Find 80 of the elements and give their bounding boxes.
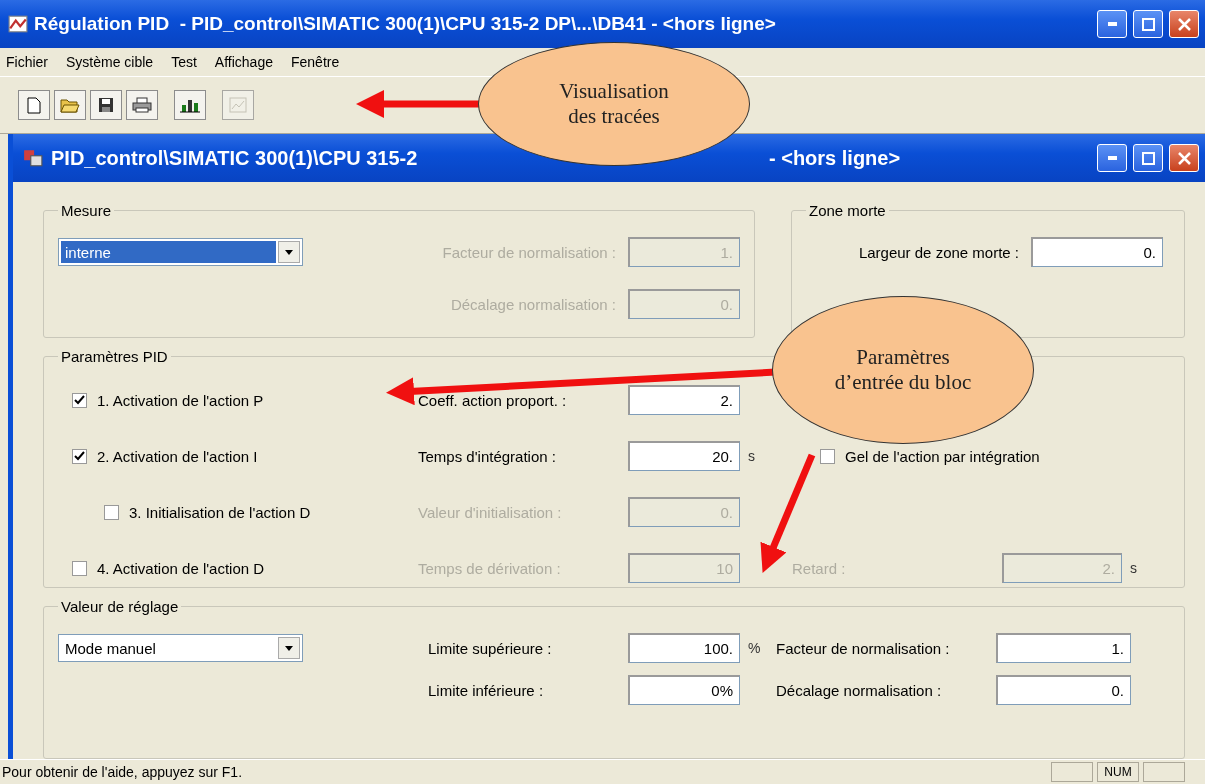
input-field[interactable]: 2. bbox=[628, 385, 740, 415]
dropdown-button[interactable] bbox=[278, 241, 300, 263]
maximize-icon bbox=[1141, 17, 1155, 31]
checkbox-label[interactable]: 4. Activation de l'action D bbox=[97, 559, 265, 577]
field-label: Décalage normalisation : bbox=[776, 681, 942, 699]
input-field[interactable]: 0% bbox=[628, 675, 740, 705]
status-text: Pour obtenir de l'aide, appuyez sur F1. bbox=[2, 764, 244, 780]
dropdown[interactable]: interne bbox=[58, 238, 303, 266]
menu-item[interactable]: Test bbox=[171, 54, 197, 70]
close-button[interactable] bbox=[1169, 10, 1199, 38]
field-label: Facteur de normalisation : bbox=[442, 243, 616, 261]
window-icon bbox=[23, 149, 43, 167]
input-field[interactable]: 100. bbox=[628, 633, 740, 663]
close-icon bbox=[1177, 17, 1191, 31]
field-label: Décalage normalisation : bbox=[450, 295, 616, 313]
field-label: Coeff. action proport. : bbox=[418, 391, 567, 409]
minimize-icon bbox=[1107, 22, 1117, 26]
checkbox[interactable] bbox=[72, 392, 87, 408]
field-label: Valeur d'initialisation : bbox=[418, 503, 562, 521]
minimize-button[interactable] bbox=[1097, 144, 1127, 172]
field-label: Limite inférieure : bbox=[428, 681, 544, 699]
unit-label: s bbox=[1129, 560, 1137, 576]
close-icon bbox=[1177, 151, 1191, 165]
input-field[interactable]: 0. bbox=[996, 675, 1131, 705]
group-title: Paramètres PID bbox=[60, 348, 169, 365]
dropdown-button[interactable] bbox=[278, 637, 300, 659]
field-label: Largeur de zone morte : bbox=[858, 243, 1019, 261]
toolbar-button[interactable] bbox=[126, 90, 158, 120]
checkbox-label[interactable]: Gel de l'action par intégration bbox=[845, 447, 1040, 465]
printer-icon bbox=[132, 97, 152, 113]
input-field[interactable]: 1. bbox=[996, 633, 1131, 663]
field-label: Temps de dérivation : bbox=[418, 559, 561, 577]
checkbox[interactable] bbox=[72, 560, 87, 576]
app-icon bbox=[8, 15, 28, 33]
dropdown-value: Mode manuel bbox=[64, 638, 157, 659]
caret-icon bbox=[285, 249, 293, 255]
group-title: Mesure bbox=[60, 202, 113, 219]
group-title: Valeur de réglage bbox=[60, 598, 180, 615]
maximize-button[interactable] bbox=[1133, 10, 1163, 38]
menu-item[interactable]: Système cible bbox=[66, 54, 154, 70]
minimize-button[interactable] bbox=[1097, 10, 1127, 38]
field-label: Temps d'intégration : bbox=[418, 447, 556, 465]
floppy-icon bbox=[98, 97, 114, 113]
folder-icon bbox=[60, 97, 80, 113]
window-title: Régulation PID - PID_control\SIMATIC 300(1)\CPU 315-2 DP\...\DB41 - <hors ligne> bbox=[34, 13, 776, 35]
checkbox-label[interactable]: 1. Activation de l'action P bbox=[97, 391, 264, 409]
checkbox[interactable] bbox=[72, 448, 87, 464]
checkbox-label[interactable]: 2. Activation de l'action I bbox=[97, 447, 258, 465]
field-label: Retard : bbox=[792, 559, 846, 577]
field-label: Facteur de normalisation : bbox=[776, 639, 950, 657]
unit-label: s bbox=[747, 448, 755, 464]
chart-icon bbox=[229, 97, 247, 113]
input-field[interactable]: 20. bbox=[628, 441, 740, 471]
minimize-icon bbox=[1107, 156, 1117, 160]
dropdown[interactable]: Mode manuel bbox=[58, 634, 303, 662]
status-pane bbox=[1051, 762, 1093, 782]
checkbox[interactable] bbox=[104, 504, 119, 520]
input-field[interactable]: 0. bbox=[1031, 237, 1163, 267]
close-button[interactable] bbox=[1169, 144, 1199, 172]
callout: Paramètres d’entrée du bloc bbox=[772, 296, 1034, 444]
status-indicator: NUM bbox=[1097, 762, 1139, 782]
caret-icon bbox=[285, 645, 293, 651]
dropdown-value: interne bbox=[61, 241, 276, 263]
menu-item[interactable]: Fichier bbox=[6, 54, 48, 70]
document-icon bbox=[27, 96, 41, 114]
status-pane bbox=[1143, 762, 1185, 782]
toolbar-button[interactable] bbox=[174, 90, 206, 120]
menu-item[interactable]: Fenêtre bbox=[291, 54, 340, 70]
checkbox-label[interactable]: 3. Initialisation de l'action D bbox=[129, 503, 311, 521]
menu-item[interactable]: Affichage bbox=[214, 54, 273, 70]
maximize-button[interactable] bbox=[1133, 144, 1163, 172]
group-title: Zone morte bbox=[808, 202, 887, 219]
field-label: Limite supérieure : bbox=[428, 639, 552, 657]
toolbar-button[interactable] bbox=[90, 90, 122, 120]
bar-chart-icon bbox=[180, 97, 200, 113]
maximize-icon bbox=[1141, 151, 1155, 165]
window-title: PID_control\SIMATIC 300(1)\CPU 315-2 bbox=[51, 146, 418, 170]
checkbox[interactable] bbox=[820, 448, 835, 464]
window-title: - <hors ligne> bbox=[769, 146, 901, 170]
unit-label: % bbox=[747, 640, 761, 656]
